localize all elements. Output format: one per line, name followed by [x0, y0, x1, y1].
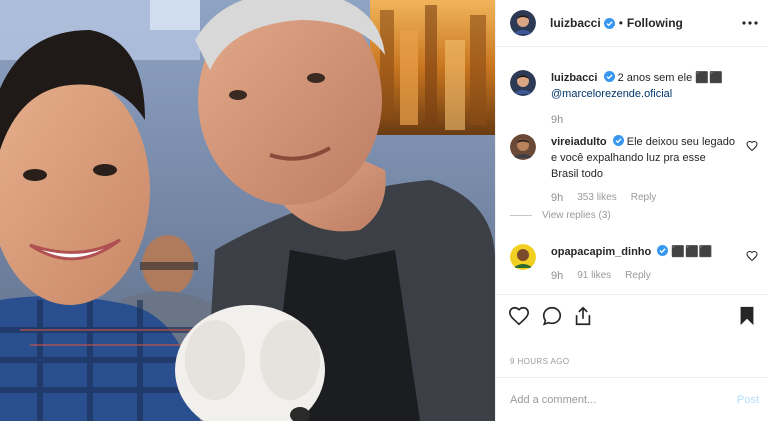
- avatar[interactable]: [510, 10, 536, 36]
- reply-button[interactable]: Reply: [631, 192, 657, 204]
- caption-time[interactable]: 9h: [551, 114, 563, 126]
- post-comment-button[interactable]: Post: [737, 394, 759, 406]
- post-sidebar: luizbacci • Following luizbacci 2 anos s…: [495, 0, 768, 421]
- caption-meta: 9h: [551, 114, 563, 126]
- caption-body: 2 anos sem ele ⬛⬛: [617, 72, 723, 84]
- add-comment-form: Add a comment... Post: [496, 377, 768, 421]
- caption-username[interactable]: luizbacci: [551, 72, 597, 84]
- caption-text: luizbacci 2 anos sem ele ⬛⬛ @marceloreze…: [551, 70, 736, 102]
- view-replies-line: [510, 215, 532, 216]
- heart-icon[interactable]: [746, 140, 758, 152]
- instagram-post: luizbacci • Following luizbacci 2 anos s…: [0, 0, 768, 421]
- post-photo[interactable]: [0, 0, 495, 421]
- comment-text: opapacapim_dinho ⬛⬛⬛: [551, 244, 736, 260]
- comment-item: opapacapim_dinho ⬛⬛⬛ 9h 91 likes Reply: [510, 244, 760, 288]
- comment-meta: 9h 91 likes Reply: [551, 270, 651, 282]
- comment-time[interactable]: 9h: [551, 192, 563, 204]
- following-button[interactable]: Following: [627, 16, 683, 30]
- verified-badge-icon: [612, 135, 624, 146]
- action-bar: [496, 294, 768, 334]
- avatar[interactable]: [510, 70, 536, 96]
- comment-username[interactable]: opapacapim_dinho: [551, 246, 651, 258]
- comment-text: vireiadulto Ele deixou seu legado e você…: [551, 134, 736, 182]
- share-icon[interactable]: [572, 305, 594, 327]
- comment-likes[interactable]: 91 likes: [577, 270, 611, 282]
- comment-meta: 9h 353 likes Reply: [551, 192, 656, 204]
- post-header: luizbacci • Following: [496, 0, 768, 47]
- avatar[interactable]: [510, 134, 536, 160]
- verified-badge-icon: [603, 17, 615, 29]
- avatar[interactable]: [510, 244, 536, 270]
- reply-button[interactable]: Reply: [625, 270, 651, 282]
- comment-likes[interactable]: 353 likes: [577, 192, 616, 204]
- separator-dot: •: [618, 16, 623, 30]
- verified-badge-icon: [603, 71, 615, 82]
- selfie-photo: [0, 0, 495, 421]
- heart-icon[interactable]: [746, 250, 758, 262]
- caption-mention[interactable]: @marcelorezende.oficial: [551, 88, 672, 100]
- comment-username[interactable]: vireiadulto: [551, 136, 607, 148]
- caption: luizbacci 2 anos sem ele ⬛⬛ @marceloreze…: [510, 70, 760, 130]
- comment-time[interactable]: 9h: [551, 270, 563, 282]
- author-username[interactable]: luizbacci: [550, 16, 601, 30]
- bookmark-icon[interactable]: [736, 305, 758, 327]
- heart-icon[interactable]: [508, 305, 530, 327]
- comment-item: vireiadulto Ele deixou seu legado e você…: [510, 134, 760, 224]
- comment-body: ⬛⬛⬛: [671, 246, 713, 258]
- view-replies-button[interactable]: View replies (3): [510, 210, 611, 221]
- view-replies-label: View replies (3): [542, 210, 611, 221]
- comments-list: luizbacci 2 anos sem ele ⬛⬛ @marceloreze…: [496, 48, 768, 294]
- add-comment-input[interactable]: Add a comment...: [510, 394, 596, 406]
- verified-badge-icon: [657, 245, 669, 256]
- post-timestamp[interactable]: 9 HOURS AGO: [510, 357, 570, 366]
- comment-icon[interactable]: [541, 305, 563, 327]
- more-options-icon[interactable]: [741, 14, 759, 32]
